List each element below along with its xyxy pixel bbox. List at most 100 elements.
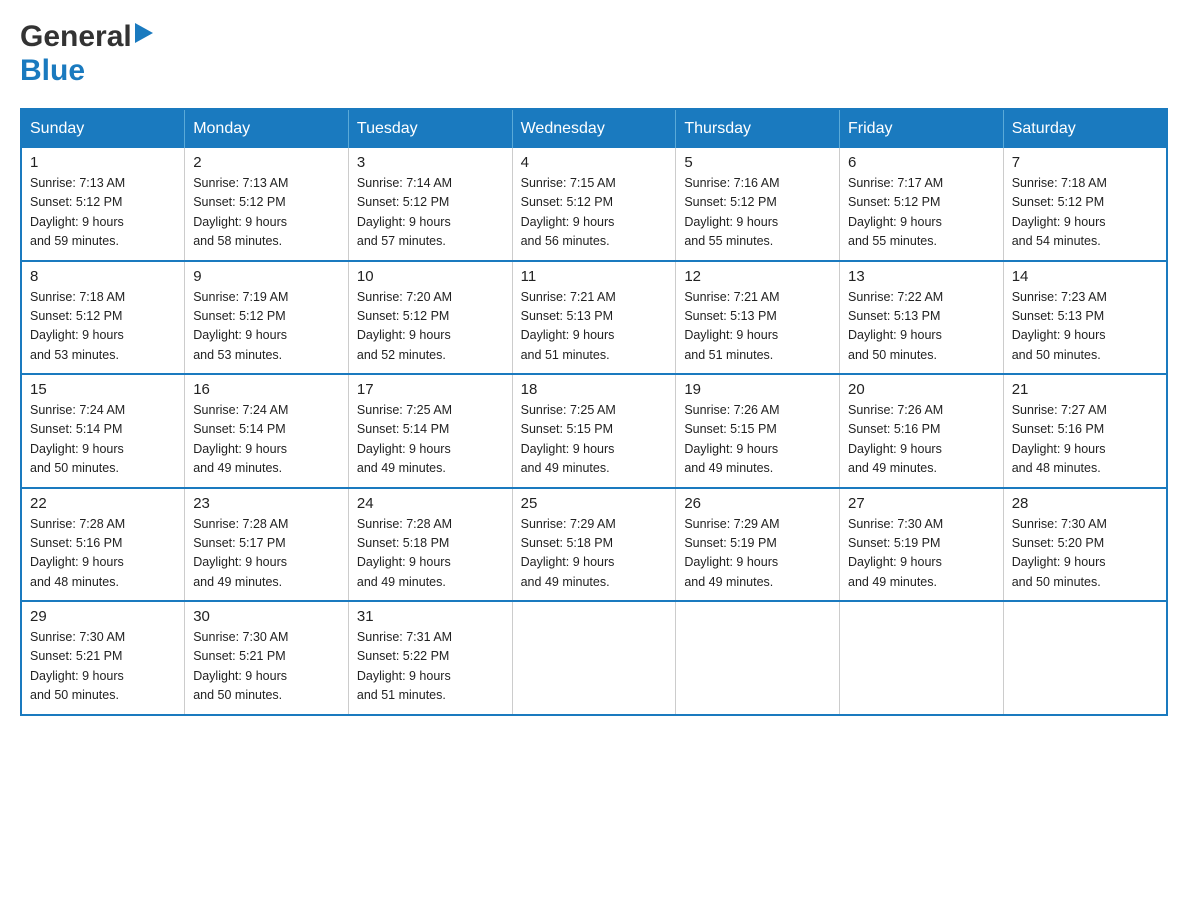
day-info: Sunrise: 7:21 AMSunset: 5:13 PMDaylight:… [521, 288, 668, 366]
day-info: Sunrise: 7:28 AMSunset: 5:18 PMDaylight:… [357, 515, 504, 593]
calendar-week-row: 1 Sunrise: 7:13 AMSunset: 5:12 PMDayligh… [21, 148, 1167, 261]
day-number: 24 [357, 495, 504, 512]
calendar-cell: 30 Sunrise: 7:30 AMSunset: 5:21 PMDaylig… [185, 601, 349, 715]
calendar-cell: 17 Sunrise: 7:25 AMSunset: 5:14 PMDaylig… [348, 374, 512, 488]
day-info: Sunrise: 7:26 AMSunset: 5:16 PMDaylight:… [848, 401, 995, 479]
calendar-cell: 9 Sunrise: 7:19 AMSunset: 5:12 PMDayligh… [185, 261, 349, 375]
day-info: Sunrise: 7:28 AMSunset: 5:17 PMDaylight:… [193, 515, 340, 593]
calendar-cell: 20 Sunrise: 7:26 AMSunset: 5:16 PMDaylig… [840, 374, 1004, 488]
calendar-cell [676, 601, 840, 715]
calendar-cell: 28 Sunrise: 7:30 AMSunset: 5:20 PMDaylig… [1003, 488, 1167, 602]
day-info: Sunrise: 7:30 AMSunset: 5:21 PMDaylight:… [193, 628, 340, 706]
calendar-cell [512, 601, 676, 715]
calendar-cell [1003, 601, 1167, 715]
day-info: Sunrise: 7:16 AMSunset: 5:12 PMDaylight:… [684, 174, 831, 252]
calendar-week-row: 29 Sunrise: 7:30 AMSunset: 5:21 PMDaylig… [21, 601, 1167, 715]
logo: General Blue [20, 20, 153, 88]
calendar-cell: 19 Sunrise: 7:26 AMSunset: 5:15 PMDaylig… [676, 374, 840, 488]
day-number: 11 [521, 268, 668, 285]
day-info: Sunrise: 7:30 AMSunset: 5:19 PMDaylight:… [848, 515, 995, 593]
calendar-table: SundayMondayTuesdayWednesdayThursdayFrid… [20, 108, 1168, 716]
calendar-cell: 23 Sunrise: 7:28 AMSunset: 5:17 PMDaylig… [185, 488, 349, 602]
day-number: 26 [684, 495, 831, 512]
day-number: 9 [193, 268, 340, 285]
calendar-cell: 29 Sunrise: 7:30 AMSunset: 5:21 PMDaylig… [21, 601, 185, 715]
day-info: Sunrise: 7:21 AMSunset: 5:13 PMDaylight:… [684, 288, 831, 366]
day-info: Sunrise: 7:23 AMSunset: 5:13 PMDaylight:… [1012, 288, 1158, 366]
logo-general-text: General [20, 20, 132, 54]
day-info: Sunrise: 7:25 AMSunset: 5:14 PMDaylight:… [357, 401, 504, 479]
calendar-cell: 10 Sunrise: 7:20 AMSunset: 5:12 PMDaylig… [348, 261, 512, 375]
calendar-cell: 4 Sunrise: 7:15 AMSunset: 5:12 PMDayligh… [512, 148, 676, 261]
day-info: Sunrise: 7:29 AMSunset: 5:19 PMDaylight:… [684, 515, 831, 593]
day-info: Sunrise: 7:30 AMSunset: 5:21 PMDaylight:… [30, 628, 176, 706]
weekday-header-tuesday: Tuesday [348, 109, 512, 148]
calendar-cell: 18 Sunrise: 7:25 AMSunset: 5:15 PMDaylig… [512, 374, 676, 488]
day-number: 19 [684, 381, 831, 398]
day-info: Sunrise: 7:29 AMSunset: 5:18 PMDaylight:… [521, 515, 668, 593]
calendar-cell: 16 Sunrise: 7:24 AMSunset: 5:14 PMDaylig… [185, 374, 349, 488]
weekday-header-thursday: Thursday [676, 109, 840, 148]
logo-arrow-icon [135, 23, 153, 48]
calendar-cell: 11 Sunrise: 7:21 AMSunset: 5:13 PMDaylig… [512, 261, 676, 375]
calendar-cell: 27 Sunrise: 7:30 AMSunset: 5:19 PMDaylig… [840, 488, 1004, 602]
day-number: 25 [521, 495, 668, 512]
day-info: Sunrise: 7:30 AMSunset: 5:20 PMDaylight:… [1012, 515, 1158, 593]
day-number: 6 [848, 154, 995, 171]
calendar-cell: 2 Sunrise: 7:13 AMSunset: 5:12 PMDayligh… [185, 148, 349, 261]
day-info: Sunrise: 7:24 AMSunset: 5:14 PMDaylight:… [30, 401, 176, 479]
calendar-cell: 5 Sunrise: 7:16 AMSunset: 5:12 PMDayligh… [676, 148, 840, 261]
day-number: 29 [30, 608, 176, 625]
day-number: 13 [848, 268, 995, 285]
logo-blue-text: Blue [20, 54, 85, 87]
calendar-cell: 13 Sunrise: 7:22 AMSunset: 5:13 PMDaylig… [840, 261, 1004, 375]
day-number: 22 [30, 495, 176, 512]
day-number: 12 [684, 268, 831, 285]
calendar-week-row: 22 Sunrise: 7:28 AMSunset: 5:16 PMDaylig… [21, 488, 1167, 602]
day-info: Sunrise: 7:25 AMSunset: 5:15 PMDaylight:… [521, 401, 668, 479]
weekday-header-sunday: Sunday [21, 109, 185, 148]
weekday-header-wednesday: Wednesday [512, 109, 676, 148]
day-number: 27 [848, 495, 995, 512]
day-info: Sunrise: 7:20 AMSunset: 5:12 PMDaylight:… [357, 288, 504, 366]
calendar-cell: 22 Sunrise: 7:28 AMSunset: 5:16 PMDaylig… [21, 488, 185, 602]
day-number: 7 [1012, 154, 1158, 171]
day-info: Sunrise: 7:19 AMSunset: 5:12 PMDaylight:… [193, 288, 340, 366]
calendar-cell: 21 Sunrise: 7:27 AMSunset: 5:16 PMDaylig… [1003, 374, 1167, 488]
day-number: 14 [1012, 268, 1158, 285]
calendar-cell: 3 Sunrise: 7:14 AMSunset: 5:12 PMDayligh… [348, 148, 512, 261]
day-number: 10 [357, 268, 504, 285]
day-number: 8 [30, 268, 176, 285]
weekday-header-row: SundayMondayTuesdayWednesdayThursdayFrid… [21, 109, 1167, 148]
calendar-cell: 8 Sunrise: 7:18 AMSunset: 5:12 PMDayligh… [21, 261, 185, 375]
day-info: Sunrise: 7:18 AMSunset: 5:12 PMDaylight:… [1012, 174, 1158, 252]
day-number: 4 [521, 154, 668, 171]
day-number: 30 [193, 608, 340, 625]
day-number: 15 [30, 381, 176, 398]
day-info: Sunrise: 7:31 AMSunset: 5:22 PMDaylight:… [357, 628, 504, 706]
weekday-header-friday: Friday [840, 109, 1004, 148]
calendar-cell: 25 Sunrise: 7:29 AMSunset: 5:18 PMDaylig… [512, 488, 676, 602]
day-info: Sunrise: 7:18 AMSunset: 5:12 PMDaylight:… [30, 288, 176, 366]
calendar-cell: 15 Sunrise: 7:24 AMSunset: 5:14 PMDaylig… [21, 374, 185, 488]
day-number: 3 [357, 154, 504, 171]
calendar-week-row: 15 Sunrise: 7:24 AMSunset: 5:14 PMDaylig… [21, 374, 1167, 488]
day-number: 5 [684, 154, 831, 171]
calendar-cell: 6 Sunrise: 7:17 AMSunset: 5:12 PMDayligh… [840, 148, 1004, 261]
weekday-header-monday: Monday [185, 109, 349, 148]
calendar-cell: 12 Sunrise: 7:21 AMSunset: 5:13 PMDaylig… [676, 261, 840, 375]
day-number: 18 [521, 381, 668, 398]
day-info: Sunrise: 7:15 AMSunset: 5:12 PMDaylight:… [521, 174, 668, 252]
calendar-cell: 7 Sunrise: 7:18 AMSunset: 5:12 PMDayligh… [1003, 148, 1167, 261]
day-number: 28 [1012, 495, 1158, 512]
weekday-header-saturday: Saturday [1003, 109, 1167, 148]
day-number: 17 [357, 381, 504, 398]
day-info: Sunrise: 7:17 AMSunset: 5:12 PMDaylight:… [848, 174, 995, 252]
day-number: 16 [193, 381, 340, 398]
calendar-cell: 14 Sunrise: 7:23 AMSunset: 5:13 PMDaylig… [1003, 261, 1167, 375]
day-info: Sunrise: 7:13 AMSunset: 5:12 PMDaylight:… [30, 174, 176, 252]
day-number: 21 [1012, 381, 1158, 398]
calendar-cell [840, 601, 1004, 715]
day-info: Sunrise: 7:27 AMSunset: 5:16 PMDaylight:… [1012, 401, 1158, 479]
calendar-cell: 1 Sunrise: 7:13 AMSunset: 5:12 PMDayligh… [21, 148, 185, 261]
